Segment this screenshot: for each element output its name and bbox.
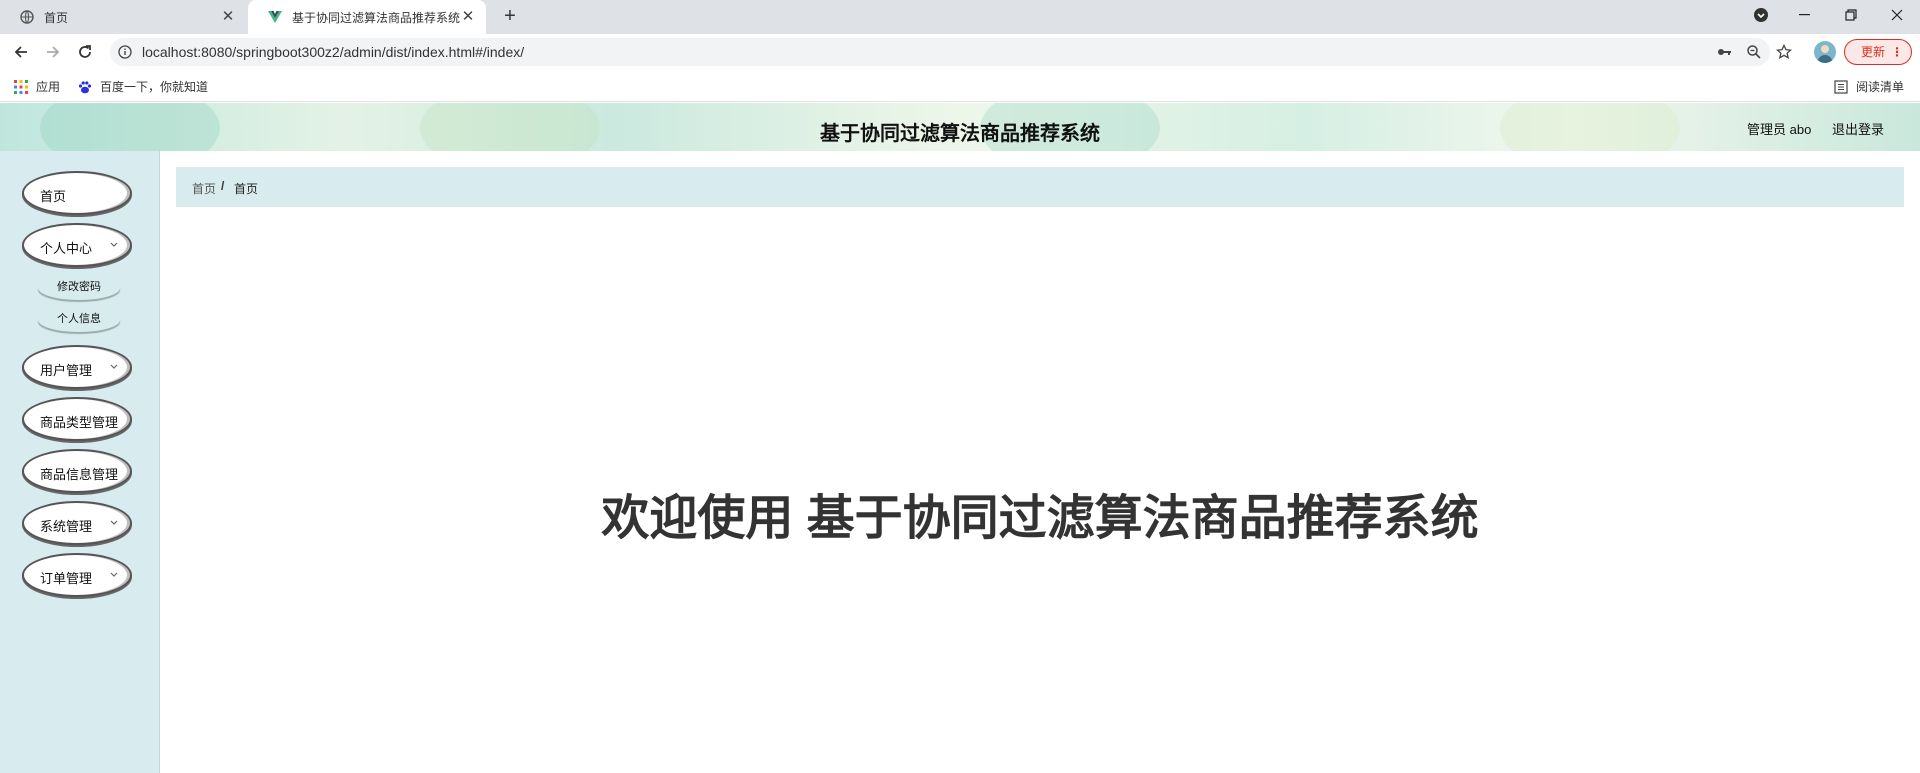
sidebar-item-product-info-management[interactable]: 商品信息管理 [22,449,132,493]
sidebar-item-product-type-management[interactable]: 商品类型管理 [22,397,132,441]
browser-toolbar: localhost:8080/springboot300z2/admin/dis… [0,34,1920,70]
url-text[interactable]: localhost:8080/springboot300z2/admin/dis… [142,44,524,60]
sidebar-item-label: 个人中心 [40,241,93,256]
update-label: 更新 [1861,45,1886,59]
browser-tab-home[interactable]: 首页 ✕ [0,0,246,34]
bookmark-label: 阅读清单 [1856,80,1905,94]
sidebar-item-personal-center[interactable]: 个人中心 [22,223,132,267]
breadcrumb-root-link[interactable]: 首页 [192,180,216,197]
new-tab-plus-icon[interactable]: + [498,5,522,29]
address-bar[interactable]: localhost:8080/springboot300z2/admin/dis… [110,38,1793,66]
chevron-down-icon [108,237,120,251]
sidebar-item-order-management[interactable]: 订单管理 [22,553,132,597]
reading-list-icon [1834,79,1848,94]
tab-title: 首页 [44,10,69,25]
bookmark-star-icon[interactable] [1775,43,1793,60]
breadcrumb-separator: / [221,179,225,193]
forward-arrow-icon[interactable] [41,40,65,64]
more-menu-icon[interactable]: ⋮ [1891,40,1903,64]
profile-avatar-icon[interactable] [1814,41,1836,63]
close-window-icon[interactable] [1874,0,1920,30]
chevron-down-icon [108,515,120,529]
chevron-down-icon [108,359,120,373]
bookmark-baidu[interactable]: 百度一下，你就知道 [78,78,208,95]
tab-search-icon[interactable] [1738,0,1784,30]
sidebar-item-label: 首页 [40,189,67,204]
zoom-icon[interactable] [1746,44,1762,60]
back-arrow-icon[interactable] [9,40,33,64]
browser-tab-strip: 首页 ✕ 基于协同过滤算法商品推荐系统 ✕ + [0,0,1920,34]
close-tab-icon[interactable]: ✕ [220,9,236,25]
sidebar-item-home[interactable]: 首页 [22,171,132,215]
apps-grid-icon [14,79,28,94]
bookmarks-bar: 应用 百度一下，你就知道 阅读清单 [0,70,1920,102]
chevron-down-icon [108,567,120,581]
browser-tab-system[interactable]: 基于协同过滤算法商品推荐系统 ✕ [248,0,486,34]
sidebar-item-label: 商品信息管理 [40,467,119,482]
sidebar-item-label: 系统管理 [40,519,93,534]
reading-list[interactable]: 阅读清单 [1834,78,1904,95]
baidu-paw-icon [78,80,92,94]
minimize-icon[interactable] [1782,0,1828,30]
tab-title: 基于协同过滤算法商品推荐系统 [292,10,461,25]
key-icon[interactable] [1716,44,1732,60]
system-title: 基于协同过滤算法商品推荐系统 [820,123,1100,145]
current-user-label: 管理员 abo [1747,122,1812,137]
sidebar-item-label: 用户管理 [40,363,93,378]
breadcrumb: 首页 / 首页 [176,167,1904,207]
vue-logo-icon [268,10,282,24]
site-info-icon[interactable] [118,45,132,59]
breadcrumb-current: 首页 [234,182,259,196]
update-button[interactable]: 更新 ⋮ [1844,39,1912,65]
sidebar-item-label: 订单管理 [40,571,93,586]
bookmark-label: 应用 [36,80,61,94]
sidebar-item-system-management[interactable]: 系统管理 [22,501,132,545]
restore-icon[interactable] [1828,0,1874,30]
sidebar-item-label: 商品类型管理 [40,415,119,430]
sidebar-subitem-change-password[interactable]: 修改密码 [38,276,120,300]
app-header: 基于协同过滤算法商品推荐系统 管理员 abo 退出登录 [0,103,1920,151]
close-tab-icon[interactable]: ✕ [460,9,476,25]
globe-icon [20,10,34,24]
welcome-heading: 欢迎使用 基于协同过滤算法商品推荐系统 [601,492,1479,545]
reload-icon[interactable] [73,40,97,64]
logout-link[interactable]: 退出登录 [1832,119,1884,138]
sidebar-subitem-personal-info[interactable]: 个人信息 [38,308,120,332]
bookmark-apps[interactable]: 应用 [14,78,60,95]
sidebar-item-user-management[interactable]: 用户管理 [22,345,132,389]
bookmark-label: 百度一下，你就知道 [100,80,209,94]
sidebar-menu: 首页 个人中心 修改密码 个人信息 用户管理 商品类型管理 商品信息管理 系统管… [0,151,160,773]
